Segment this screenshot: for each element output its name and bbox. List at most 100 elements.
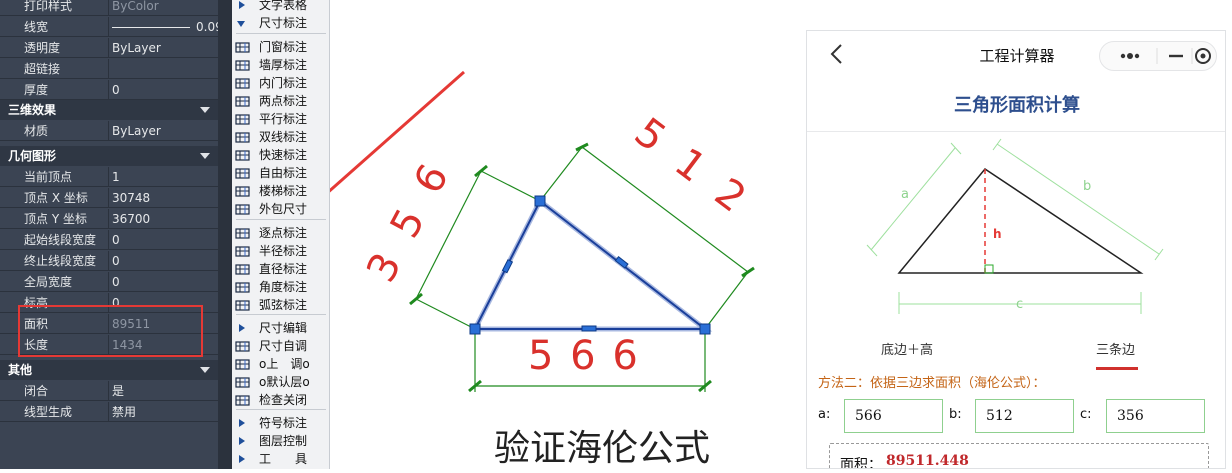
diagram-label-a: a — [901, 187, 909, 202]
prop-value[interactable]: 是 — [108, 381, 218, 401]
section-3d-effects[interactable]: 三维效果 — [0, 100, 218, 120]
drawing-canvas[interactable]: 3 5 6 5 1 2 5 6 6 验证海伦公式 — [212, 0, 806, 469]
area-result-box: 面积： 89511.448 — [829, 443, 1209, 468]
prop-value[interactable]: 0.09 m... — [108, 17, 218, 37]
menu-item[interactable]: 尺寸自调 — [232, 337, 330, 355]
menu-item[interactable]: 楼梯标注 — [232, 182, 330, 200]
menu-item[interactable]: 尺寸标注 — [232, 14, 330, 32]
menu-item[interactable]: 半径标注 — [232, 242, 330, 260]
prop-label: 超链接 — [24, 62, 61, 76]
prop-row[interactable]: 顶点 X 坐标 30748 — [0, 188, 218, 208]
prop-value[interactable]: 0 — [108, 272, 218, 292]
stair-dim-icon — [235, 184, 251, 198]
prop-value[interactable]: 30748 — [108, 188, 218, 208]
menu-item[interactable]: 弧弦标注 — [232, 296, 330, 314]
arc-chord-dim-icon — [235, 298, 251, 312]
menu-item-label: 图层控制 — [259, 434, 308, 448]
prop-value[interactable]: ByLayer — [108, 121, 218, 141]
tab-three-sides[interactable]: 三条边 — [1096, 339, 1135, 358]
prop-row[interactable]: 厚度 0 — [0, 80, 218, 100]
menu-item-label: 双线标注 — [259, 130, 308, 144]
menu-item[interactable]: 平行标注 — [232, 110, 330, 128]
prop-value[interactable]: 0 — [108, 80, 218, 100]
prop-value[interactable]: 禁用 — [108, 402, 218, 422]
menu-item-label: o上 调o — [259, 357, 310, 371]
input-label-a: a: — [818, 407, 831, 422]
menu-item[interactable]: 检查关闭 — [232, 391, 330, 409]
menu-item[interactable]: 两点标注 — [232, 92, 330, 110]
side-a-input[interactable]: 566 — [844, 399, 943, 433]
menu-item[interactable]: o默认层o — [232, 373, 330, 391]
prop-row[interactable]: 线宽 0.09 m... — [0, 17, 218, 37]
menu-item[interactable]: 文字表格 — [232, 0, 330, 14]
prop-label: 闭合 — [24, 384, 49, 398]
diagram-dimension-lines — [866, 138, 1164, 314]
prop-row[interactable]: 起始线段宽度 0 — [0, 230, 218, 250]
prop-value[interactable]: ByColor — [108, 0, 218, 16]
prop-row[interactable]: 闭合 是 — [0, 381, 218, 401]
menu-item[interactable]: 图层控制 — [232, 432, 330, 450]
menu-item[interactable]: 直径标注 — [232, 260, 330, 278]
more-dots-icon[interactable] — [1120, 53, 1140, 59]
side-b-input[interactable]: 512 — [975, 399, 1074, 433]
menu-item[interactable]: 角度标注 — [232, 278, 330, 296]
prop-row[interactable]: 顶点 Y 坐标 36700 — [0, 209, 218, 229]
prop-row[interactable]: 打印样式 ByColor — [0, 0, 218, 16]
menu-separator — [236, 314, 326, 315]
menu-item[interactable]: 双线标注 — [232, 128, 330, 146]
prop-row[interactable]: 终止线段宽度 0 — [0, 251, 218, 271]
menu-item[interactable]: 快速标注 — [232, 146, 330, 164]
prop-value[interactable]: 0 — [108, 251, 218, 271]
prop-row-material[interactable]: 材质 ByLayer — [0, 121, 218, 141]
menu-item-label: 弧弦标注 — [259, 298, 308, 312]
outer-dim-icon — [235, 202, 251, 216]
collapse-arrow-icon[interactable] — [200, 153, 210, 159]
prop-label: 顶点 Y 坐标 — [24, 212, 87, 226]
prop-value[interactable]: ByLayer — [108, 38, 218, 58]
prop-row[interactable]: 全局宽度 0 — [0, 272, 218, 292]
menu-item[interactable]: 工 具 — [232, 450, 330, 468]
menu-item-label: 内门标注 — [259, 76, 308, 90]
prop-row[interactable]: 超链接 — [0, 59, 218, 79]
menu-item[interactable]: 自由标注 — [232, 164, 330, 182]
parallel-dim-icon — [235, 112, 251, 126]
play-arrow-icon — [239, 419, 245, 427]
prop-value[interactable]: 1 — [108, 167, 218, 187]
menu-item[interactable]: 门窗标注 — [232, 38, 330, 56]
canvas-caption: 验证海伦公式 — [494, 428, 710, 469]
menu-item[interactable]: o上 调o — [232, 355, 330, 373]
menu-item[interactable]: 墙厚标注 — [232, 56, 330, 74]
menu-item[interactable]: 尺寸编辑 — [232, 319, 330, 337]
menu-item[interactable]: 内门标注 — [232, 74, 330, 92]
input-label-c: c: — [1080, 407, 1092, 422]
prop-value[interactable] — [108, 59, 218, 79]
prop-value[interactable]: 0 — [108, 230, 218, 250]
prop-row[interactable]: 当前顶点 1 — [0, 167, 218, 187]
side-c-input[interactable]: 356 — [1106, 399, 1205, 433]
diagram-triangle — [897, 168, 1144, 274]
section-other[interactable]: 其他 — [0, 360, 218, 380]
section-geometry[interactable]: 几何图形 — [0, 146, 218, 166]
menu-item[interactable]: 逐点标注 — [232, 224, 330, 242]
panel-scrollbar[interactable] — [218, 0, 232, 469]
tab-base-height[interactable]: 底边＋高 — [881, 339, 933, 358]
menu-item[interactable]: 符号标注 — [232, 414, 330, 432]
menu-item-label: 外包尺寸 — [259, 202, 308, 216]
menu-item-label: 尺寸自调 — [259, 339, 308, 353]
prop-value[interactable]: 36700 — [108, 209, 218, 229]
prop-row[interactable]: 透明度 ByLayer — [0, 38, 218, 58]
close-target-icon[interactable] — [1195, 48, 1211, 64]
inner-door-dim-icon — [235, 76, 251, 90]
prop-label: 打印样式 — [24, 0, 73, 13]
right-angle-mark — [984, 264, 994, 274]
menu-item[interactable]: 外包尺寸 — [232, 200, 330, 218]
menu-item-label: 符号标注 — [259, 416, 308, 430]
door-window-dim-icon — [235, 40, 251, 54]
collapse-arrow-icon[interactable] — [200, 107, 210, 113]
diagram-label-h: h — [993, 227, 1002, 241]
collapse-arrow-icon[interactable] — [200, 367, 210, 373]
properties-panel: 打印样式 ByColor 线宽 0.09 m... 透明度 ByLayer 超链接厚度 0 三… — [0, 0, 232, 469]
engineering-calculator-miniapp: 工程计算器 三角形面积计算 a b c h 底边＋高 三条边 方法二：依据三边求… — [806, 30, 1226, 469]
prop-row[interactable]: 线型生成 禁用 — [0, 402, 218, 422]
app-topbar: 工程计算器 — [807, 31, 1225, 79]
